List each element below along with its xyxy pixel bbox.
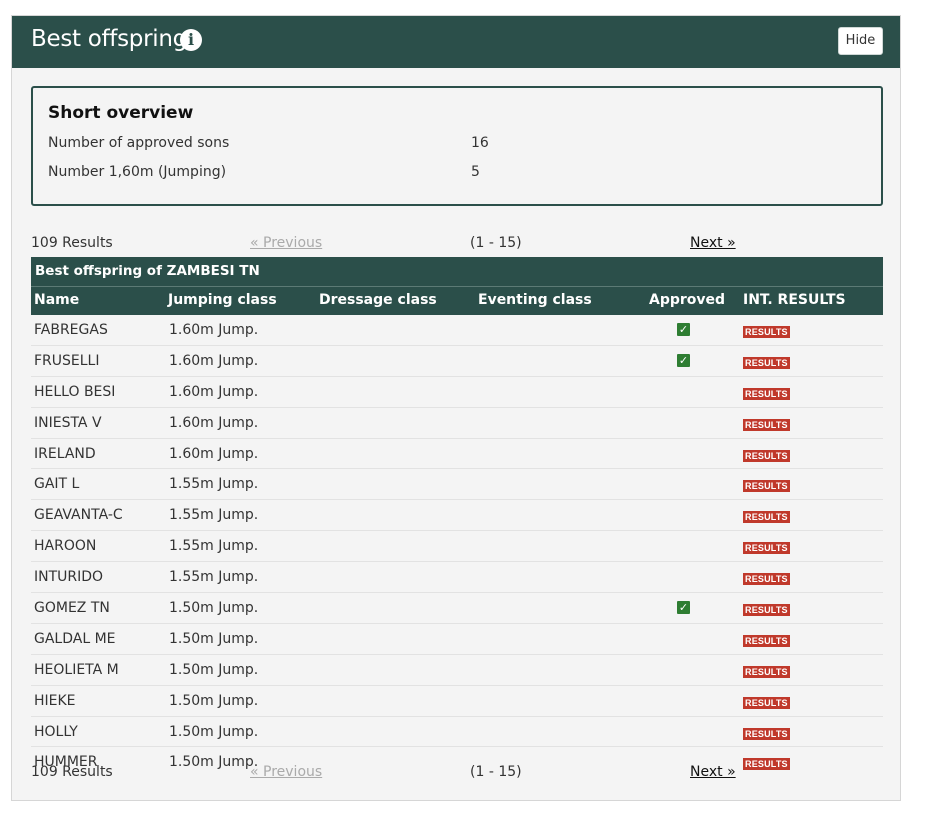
table-row: INTURIDO 1.55m Jump. RESULTS — [31, 562, 883, 594]
best-offspring-panel: Best offspring i Hide Short overview Num… — [11, 15, 901, 801]
horse-name: HAROON — [34, 538, 97, 555]
table-row: HIEKE 1.50m Jump. RESULTS — [31, 686, 883, 717]
results-button[interactable]: RESULTS — [743, 387, 790, 400]
jumping-class: 1.50m Jump. — [169, 723, 259, 740]
results-button[interactable]: RESULTS — [743, 634, 790, 647]
hide-button[interactable]: Hide — [838, 27, 883, 55]
column-header-name: Name — [34, 292, 80, 308]
next-link[interactable]: Next » — [690, 764, 736, 780]
jumping-class: 1.60m Jump. — [169, 383, 259, 400]
pager-top: 109 Results « Previous (1 - 15) Next » — [31, 235, 883, 253]
previous-link: « Previous — [250, 235, 323, 251]
overview-label: Number 1,60m (Jumping) — [48, 164, 227, 180]
table-caption: Best offspring of ZAMBESI TN — [31, 257, 883, 287]
next-link[interactable]: Next » — [690, 235, 736, 251]
table-row: GALDAL ME 1.50m Jump. RESULTS — [31, 624, 883, 655]
jumping-class: 1.50m Jump. — [169, 600, 259, 617]
previous-link: « Previous — [250, 764, 323, 780]
info-icon[interactable]: i — [180, 29, 202, 51]
page-range: (1 - 15) — [470, 764, 522, 780]
approved-check-icon: ✓ — [677, 601, 690, 615]
table-row: HOLLY 1.50m Jump. RESULTS — [31, 717, 883, 748]
horse-name: HELLO BESI — [34, 383, 116, 400]
horse-name: HOLLY — [34, 723, 78, 740]
table-header-row: Name Jumping class Dressage class Eventi… — [31, 287, 883, 315]
results-button[interactable]: RESULTS — [743, 511, 790, 524]
overview-value: 5 — [471, 164, 480, 180]
jumping-class: 1.60m Jump. — [169, 414, 259, 431]
column-header-eventing: Eventing class — [478, 292, 592, 308]
results-button[interactable]: RESULTS — [743, 727, 790, 740]
results-button[interactable]: RESULTS — [743, 604, 790, 617]
column-header-jumping: Jumping class — [168, 292, 277, 308]
results-button[interactable]: RESULTS — [743, 665, 790, 678]
results-button[interactable]: RESULTS — [743, 480, 790, 493]
jumping-class: 1.50m Jump. — [169, 661, 259, 678]
table-row: INIESTA V 1.60m Jump. RESULTS — [31, 408, 883, 439]
horse-name: FABREGAS — [34, 322, 108, 338]
horse-name: HIEKE — [34, 692, 76, 709]
table-row: GEAVANTA-C 1.55m Jump. RESULTS — [31, 500, 883, 532]
horse-name: FRUSELLI — [34, 352, 100, 369]
results-button[interactable]: RESULTS — [743, 696, 790, 709]
horse-name: GAIT L — [34, 476, 80, 493]
offspring-table: Best offspring of ZAMBESI TN Name Jumpin… — [31, 257, 883, 777]
table-row: GAIT L 1.55m Jump. RESULTS — [31, 469, 883, 501]
jumping-class: 1.55m Jump. — [169, 507, 259, 524]
panel-title: Best offspring — [31, 26, 187, 52]
results-button[interactable]: RESULTS — [743, 542, 790, 555]
overview-value: 16 — [471, 135, 489, 151]
horse-name: INTURIDO — [34, 569, 104, 586]
results-count: 109 Results — [31, 235, 113, 251]
panel-header: Best offspring i Hide — [12, 16, 900, 68]
jumping-class: 1.55m Jump. — [169, 569, 259, 586]
table-row: HEOLIETA M 1.50m Jump. RESULTS — [31, 655, 883, 686]
page-range: (1 - 15) — [470, 235, 522, 251]
overview-title: Short overview — [48, 103, 194, 123]
table-row: HAROON 1.55m Jump. RESULTS — [31, 531, 883, 563]
table-body: FABREGAS 1.60m Jump. ✓ RESULTS FRUSELLI 1.60m… — [31, 315, 883, 777]
jumping-class: 1.55m Jump. — [169, 538, 259, 555]
column-header-approved: Approved — [649, 292, 726, 308]
table-row: GOMEZ TN 1.50m Jump. ✓ RESULTS — [31, 593, 883, 624]
results-button[interactable]: RESULTS — [743, 573, 790, 586]
jumping-class: 1.50m Jump. — [169, 692, 259, 709]
jumping-class: 1.60m Jump. — [169, 352, 259, 369]
column-header-int-results: INT. RESULTS — [743, 292, 846, 308]
table-row: IRELAND 1.60m Jump. RESULTS — [31, 439, 883, 470]
column-header-dressage: Dressage class — [319, 292, 437, 308]
overview-label: Number of approved sons — [48, 135, 230, 151]
pager-bottom: 109 Results « Previous (1 - 15) Next » — [31, 764, 883, 782]
horse-name: GOMEZ TN — [34, 600, 110, 617]
jumping-class: 1.55m Jump. — [169, 476, 259, 493]
results-button[interactable]: RESULTS — [743, 356, 790, 369]
horse-name: HEOLIETA M — [34, 661, 119, 678]
table-row: FRUSELLI 1.60m Jump. ✓ RESULTS — [31, 346, 883, 377]
results-button[interactable]: RESULTS — [743, 418, 790, 431]
approved-check-icon: ✓ — [677, 353, 690, 367]
horse-name: GALDAL ME — [34, 630, 116, 647]
jumping-class: 1.60m Jump. — [169, 322, 259, 338]
table-row: FABREGAS 1.60m Jump. ✓ RESULTS — [31, 315, 883, 346]
results-button[interactable]: RESULTS — [743, 449, 790, 462]
table-row: HELLO BESI 1.60m Jump. RESULTS — [31, 377, 883, 408]
horse-name: INIESTA V — [34, 414, 102, 431]
approved-check-icon: ✓ — [677, 323, 690, 336]
horse-name: GEAVANTA-C — [34, 507, 123, 524]
jumping-class: 1.60m Jump. — [169, 445, 259, 462]
short-overview-box: Short overview Number of approved sons 1… — [31, 86, 883, 206]
horse-name: IRELAND — [34, 445, 96, 462]
results-count: 109 Results — [31, 764, 113, 780]
results-button[interactable]: RESULTS — [743, 326, 790, 338]
jumping-class: 1.50m Jump. — [169, 630, 259, 647]
